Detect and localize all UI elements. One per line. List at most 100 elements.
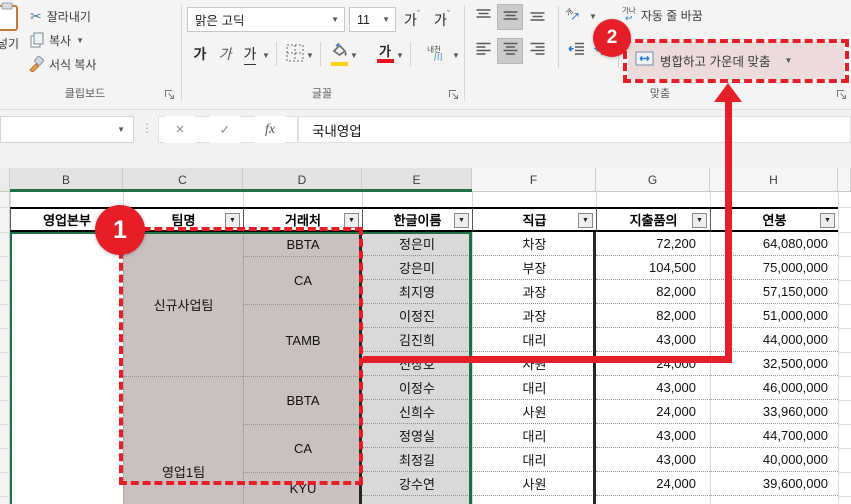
cell-salary-row9[interactable]: 44,700,000 bbox=[711, 424, 838, 448]
clipboard-dialog-launcher[interactable] bbox=[164, 88, 176, 100]
cell-rank-row3[interactable]: 과장 bbox=[473, 280, 596, 304]
cell-expense-row2[interactable]: 104,500 bbox=[596, 256, 710, 280]
cell-expense-row9[interactable]: 43,000 bbox=[596, 424, 710, 448]
cell-name-row9[interactable]: 정영실 bbox=[362, 424, 472, 448]
cell-name-row12[interactable] bbox=[362, 496, 472, 504]
cell-name-row2[interactable]: 강은미 bbox=[362, 256, 472, 280]
cell-name-row4[interactable]: 이정진 bbox=[362, 304, 472, 328]
cell-name-row11[interactable]: 강수연 bbox=[362, 472, 472, 496]
filter-button[interactable]: ▼ bbox=[344, 213, 359, 228]
cell-name-row7[interactable]: 이정수 bbox=[362, 376, 472, 400]
cell-client-KYU[interactable]: KYU bbox=[243, 472, 362, 504]
table-header-거래처[interactable]: 거래처 ▼ bbox=[243, 207, 362, 232]
table-header-연봉[interactable]: 연봉 ▼ bbox=[710, 207, 838, 232]
cell-expense-row5[interactable]: 43,000 bbox=[596, 328, 710, 352]
filter-button[interactable]: ▼ bbox=[820, 213, 835, 228]
cell-expense-row10[interactable]: 43,000 bbox=[596, 448, 710, 472]
paste-button[interactable]: 넣기 bbox=[0, 32, 19, 54]
orientation-button[interactable]: 개 ↗ ▼ bbox=[564, 5, 597, 27]
format-painter-button[interactable]: 서식 복사 bbox=[28, 53, 97, 75]
alignment-dialog-launcher[interactable] bbox=[836, 88, 848, 100]
cell-rank-row5[interactable]: 대리 bbox=[473, 328, 596, 352]
filter-button[interactable]: ▼ bbox=[578, 213, 593, 228]
align-center-button[interactable] bbox=[497, 38, 523, 64]
cell-salary-row7[interactable]: 46,000,000 bbox=[711, 376, 838, 400]
column-header-H[interactable]: H bbox=[710, 168, 838, 192]
cell-salary-row2[interactable]: 75,000,000 bbox=[711, 256, 838, 280]
cell-team-영업1팀[interactable]: 영업1팀 bbox=[123, 376, 243, 504]
filter-button[interactable]: ▼ bbox=[454, 213, 469, 228]
cell-client-CA[interactable]: CA bbox=[243, 424, 362, 472]
align-middle-button[interactable] bbox=[497, 4, 523, 30]
cell-rank-row7[interactable]: 대리 bbox=[473, 376, 596, 400]
table-header-지출품의[interactable]: 지출품의 ▼ bbox=[596, 207, 710, 232]
borders-button[interactable] bbox=[282, 42, 308, 68]
underline-button[interactable]: 가 bbox=[238, 41, 262, 67]
cell-rank-row12[interactable] bbox=[473, 496, 596, 504]
align-left-button[interactable] bbox=[470, 38, 496, 64]
copy-button[interactable]: 복사 ▼ bbox=[30, 29, 84, 51]
cell-expense-row8[interactable]: 24,000 bbox=[596, 400, 710, 424]
font-size-combobox[interactable]: 11 ▼ bbox=[349, 7, 396, 32]
cell-client-BBTA[interactable]: BBTA bbox=[243, 232, 362, 256]
cell-rank-row2[interactable]: 부장 bbox=[473, 256, 596, 280]
cell-expense-row1[interactable]: 72,200 bbox=[596, 232, 710, 256]
filter-button[interactable]: ▼ bbox=[225, 213, 240, 228]
filter-button[interactable]: ▼ bbox=[105, 213, 120, 228]
cell-name-row1[interactable]: 정은미 bbox=[362, 232, 472, 256]
cell-name-row6[interactable]: 신상호 bbox=[362, 352, 472, 376]
cell-rank-row6[interactable]: 사원 bbox=[473, 352, 596, 376]
table-header-팀명[interactable]: 팀명 ▼ bbox=[123, 207, 243, 232]
insert-function-button[interactable]: fx bbox=[255, 116, 285, 143]
borders-dropdown-icon[interactable]: ▼ bbox=[306, 51, 314, 60]
filter-button[interactable]: ▼ bbox=[692, 213, 707, 228]
table-header-한글이름[interactable]: 한글이름 ▼ bbox=[362, 207, 472, 232]
cell-division[interactable] bbox=[10, 232, 123, 504]
cell-expense-row12[interactable] bbox=[596, 496, 710, 504]
italic-button[interactable]: 가 bbox=[213, 41, 237, 67]
cell-client-CA[interactable]: CA bbox=[243, 256, 362, 304]
cell-expense-row4[interactable]: 82,000 bbox=[596, 304, 710, 328]
select-all-corner[interactable] bbox=[0, 168, 10, 192]
bold-button[interactable]: 가 bbox=[188, 41, 212, 67]
column-header-F[interactable]: F bbox=[472, 168, 596, 192]
phonetic-button[interactable]: 내천 川 bbox=[418, 41, 450, 67]
font-name-combobox[interactable]: 맑은 고딕 ▼ bbox=[187, 7, 345, 32]
decrease-indent-button[interactable] bbox=[564, 38, 588, 64]
font-color-dropdown-icon[interactable]: ▼ bbox=[396, 51, 404, 60]
table-header-직급[interactable]: 직급 ▼ bbox=[472, 207, 596, 232]
cell-salary-row4[interactable]: 51,000,000 bbox=[711, 304, 838, 328]
cell-rank-row9[interactable]: 대리 bbox=[473, 424, 596, 448]
align-top-button[interactable] bbox=[470, 4, 496, 30]
font-dialog-launcher[interactable] bbox=[448, 88, 460, 100]
cell-rank-row8[interactable]: 사원 bbox=[473, 400, 596, 424]
cell-expense-row6[interactable]: 24,000 bbox=[596, 352, 710, 376]
decrease-font-button[interactable]: 가ˇ bbox=[430, 7, 454, 33]
cell-expense-row11[interactable]: 24,000 bbox=[596, 472, 710, 496]
cancel-button[interactable]: × bbox=[165, 116, 195, 143]
formula-bar-grip[interactable]: ⋮ bbox=[141, 121, 153, 135]
align-bottom-button[interactable] bbox=[524, 4, 550, 30]
cell-name-row5[interactable]: 김진희 bbox=[362, 328, 472, 352]
enter-button[interactable]: ✓ bbox=[210, 116, 240, 143]
fill-color-dropdown-icon[interactable]: ▼ bbox=[350, 51, 358, 60]
cell-rank-row10[interactable]: 대리 bbox=[473, 448, 596, 472]
merge-center-button[interactable]: 병합하고 가운데 맞춤 ▼ bbox=[628, 42, 844, 79]
cell-expense-row3[interactable]: 82,000 bbox=[596, 280, 710, 304]
cell-expense-row7[interactable]: 43,000 bbox=[596, 376, 710, 400]
cell-team-신규사업팀[interactable]: 신규사업팀 bbox=[123, 232, 243, 376]
fill-color-button[interactable] bbox=[326, 41, 352, 67]
column-header-partial[interactable] bbox=[838, 168, 851, 192]
table-header-영업본부[interactable]: 영업본부 ▼ bbox=[10, 207, 123, 232]
column-header-G[interactable]: G bbox=[596, 168, 710, 192]
increase-font-button[interactable]: 가ˆ bbox=[400, 7, 424, 33]
underline-dropdown-icon[interactable]: ▼ bbox=[262, 51, 270, 60]
cell-salary-row11[interactable]: 39,600,000 bbox=[711, 472, 838, 496]
cell-rank-row4[interactable]: 과장 bbox=[473, 304, 596, 328]
cell-salary-row12[interactable] bbox=[711, 496, 838, 504]
cut-button[interactable]: ✂ 잘라내기 bbox=[30, 5, 91, 27]
cell-rank-row1[interactable]: 차장 bbox=[473, 232, 596, 256]
cell-salary-row8[interactable]: 33,960,000 bbox=[711, 400, 838, 424]
cell-salary-row1[interactable]: 64,080,000 bbox=[711, 232, 838, 256]
name-box[interactable]: ▼ bbox=[0, 116, 134, 143]
